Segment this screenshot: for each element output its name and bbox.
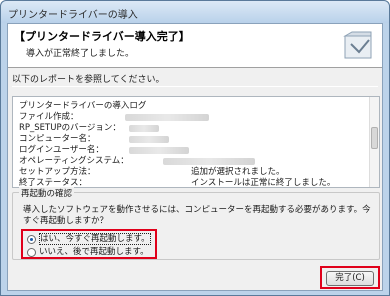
- restart-now-radio[interactable]: はい、今すぐ再起動します。: [27, 233, 155, 245]
- redacted-value: [129, 147, 189, 154]
- report-row-label: RP_SETUPのバージョン：: [19, 123, 121, 133]
- header-subtitle: 導入が正常終了しました。: [26, 49, 135, 59]
- restart-now-label[interactable]: はい、今すぐ再起動します。: [39, 233, 151, 245]
- divider: [12, 86, 378, 87]
- window-title: プリンタードライバーの導入: [8, 10, 138, 21]
- redacted-value: [125, 114, 209, 121]
- report-row-label: ログインユーザー名：: [19, 145, 104, 155]
- restart-later-radio[interactable]: いいえ、後で再起動します。: [27, 246, 155, 258]
- restart-later-label[interactable]: いいえ、後で再起動します。: [39, 246, 149, 258]
- report-row-label: オペレーティングシステム：: [19, 156, 129, 166]
- report-heading: プリンタードライバーの導入ログ: [19, 101, 147, 111]
- radio-selected-icon[interactable]: [27, 235, 36, 244]
- report-row-label: ファイル作成：: [19, 112, 79, 122]
- header-panel: 【プリンタードライバー導入完了】 導入が正常終了しました。: [8, 24, 382, 68]
- restart-group: 再起動の確認 導入したソフトウェアを動作させるには、コンピューターを再起動する必…: [12, 187, 380, 260]
- scrollbar-thumb[interactable]: [371, 127, 378, 149]
- report-row-value: インストールは正常に終了しました。: [191, 178, 336, 188]
- instruction-text: 以下のレポートを参照してください。: [12, 75, 165, 85]
- radio-unselected-icon[interactable]: [27, 248, 36, 257]
- restart-group-title: 再起動の確認: [19, 187, 75, 199]
- report-log[interactable]: プリンタードライバーの導入ログ ファイル作成： RP_SETUPのバージョン： …: [12, 96, 380, 188]
- title-bar[interactable]: プリンタードライバーの導入: [1, 1, 389, 23]
- installer-dialog: プリンタードライバーの導入 【プリンタードライバー導入完了】 導入が正常終了しま…: [0, 0, 390, 296]
- restart-message: 導入したソフトウェアを動作させるには、コンピューターを再起動する必要があります。…: [23, 205, 371, 226]
- report-row-value: 追加が選択されました。: [191, 167, 285, 177]
- report-row-label: コンピューター名：: [19, 134, 96, 144]
- header-title: 【プリンタードライバー導入完了】: [14, 30, 190, 43]
- finish-button[interactable]: 完了(C): [326, 271, 374, 286]
- vertical-scrollbar[interactable]: [369, 97, 379, 187]
- finish-highlight: 完了(C): [320, 266, 380, 289]
- dialog-body: 【プリンタードライバー導入完了】 導入が正常終了しました。 以下のレポートを参照…: [7, 23, 383, 291]
- redacted-value: [163, 158, 255, 165]
- redacted-value: [129, 136, 169, 143]
- report-row-label: セットアップ方法：: [19, 167, 96, 177]
- installer-box-icon: [343, 31, 372, 59]
- redacted-value: [129, 125, 159, 132]
- radio-highlight: はい、今すぐ再起動します。 いいえ、後で再起動します。: [21, 229, 157, 259]
